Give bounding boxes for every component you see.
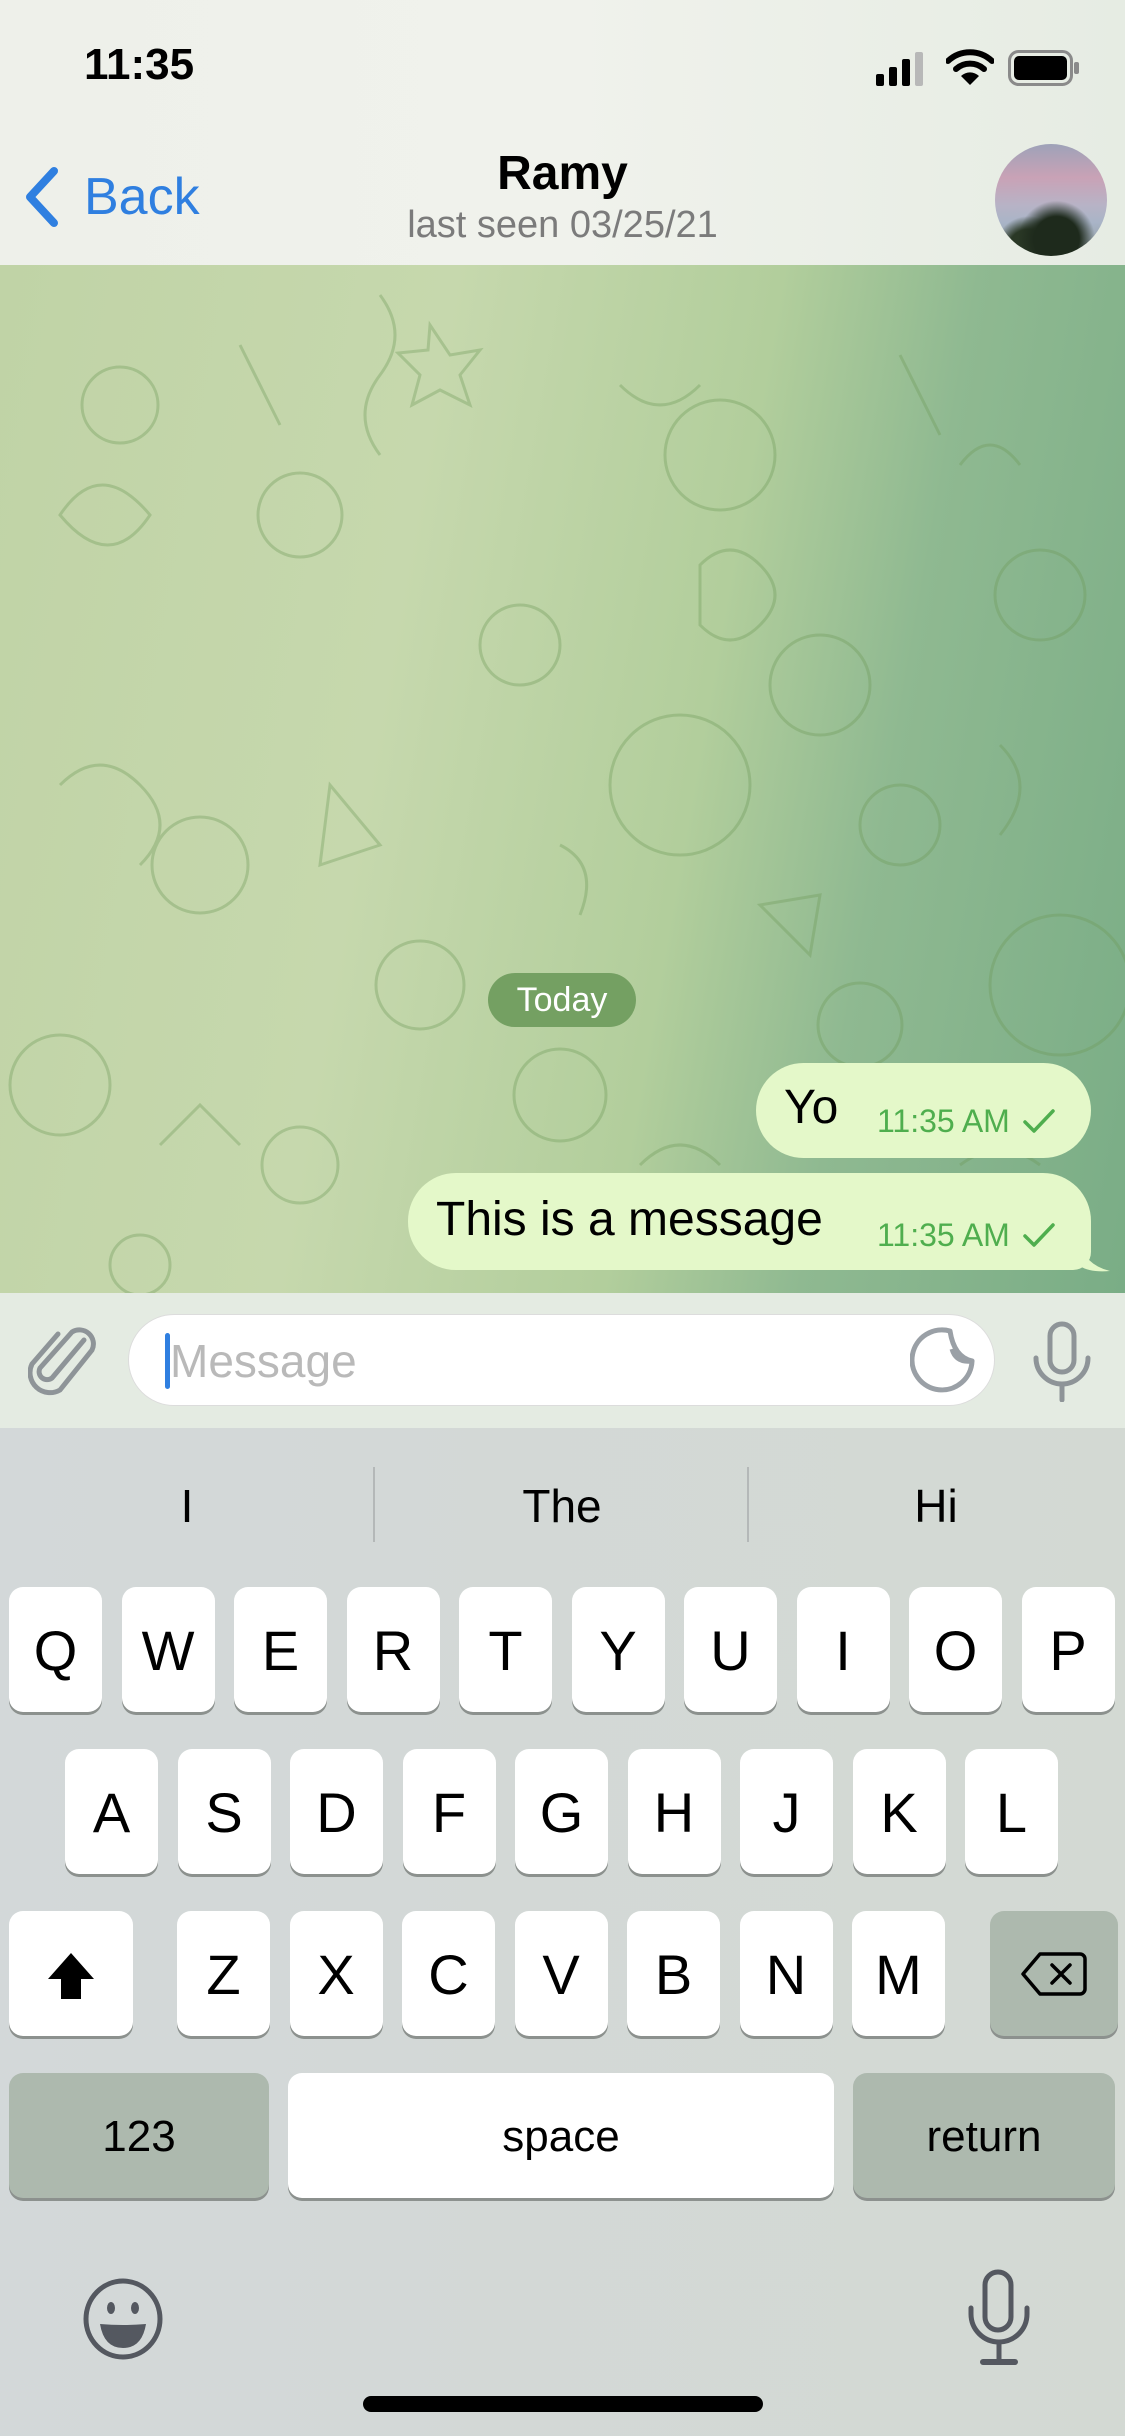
key-d[interactable]: D (290, 1749, 383, 1874)
key-g[interactable]: G (515, 1749, 608, 1874)
key-q[interactable]: Q (9, 1587, 102, 1712)
contact-avatar[interactable] (995, 144, 1107, 256)
key-j[interactable]: J (740, 1749, 833, 1874)
key-c[interactable]: C (402, 1911, 495, 2036)
key-k[interactable]: K (852, 1749, 946, 1874)
key-y[interactable]: Y (571, 1587, 665, 1712)
message-input-placeholder: Message (170, 1335, 357, 1387)
prediction-3[interactable]: Hi (749, 1428, 1123, 1570)
prediction-1[interactable]: I (0, 1428, 374, 1570)
key-u[interactable]: U (684, 1587, 777, 1712)
shift-icon (48, 1953, 94, 1999)
key-b[interactable]: B (627, 1911, 720, 2036)
chat-area[interactable]: Today Yo 11:35 AM This is a message 11:3… (0, 265, 1125, 1293)
sent-check-icon (1023, 1223, 1055, 1247)
key-r[interactable]: R (346, 1587, 440, 1712)
message-bubble[interactable]: Yo 11:35 AM (756, 1063, 1091, 1158)
microphone-icon[interactable] (1028, 1320, 1096, 1402)
battery-icon (1008, 50, 1079, 86)
wifi-icon (946, 49, 994, 85)
status-time: 11:35 (84, 40, 195, 89)
key-x[interactable]: X (289, 1911, 383, 2036)
message-bubble[interactable]: This is a message 11:35 AM (408, 1173, 1091, 1270)
sent-check-icon (1023, 1109, 1055, 1133)
attach-icon[interactable] (28, 1322, 104, 1402)
key-w[interactable]: W (121, 1587, 215, 1712)
sticker-icon[interactable] (910, 1325, 976, 1395)
key-a[interactable]: A (65, 1749, 158, 1874)
key-o[interactable]: O (909, 1587, 1002, 1712)
numbers-key[interactable]: 123 (9, 2073, 269, 2198)
key-m[interactable]: M (852, 1911, 945, 2036)
dictation-icon[interactable] (965, 2268, 1033, 2368)
key-t[interactable]: T (459, 1587, 552, 1712)
last-seen-status: last seen 03/25/21 (407, 204, 718, 246)
key-p[interactable]: P (1021, 1587, 1115, 1712)
message-time: 11:35 AM (877, 1103, 1010, 1139)
prediction-2[interactable]: The (375, 1428, 749, 1570)
date-separator: Today (488, 973, 636, 1027)
chat-title[interactable]: Ramy (0, 146, 1125, 201)
message-time: 11:35 AM (877, 1217, 1010, 1253)
key-f[interactable]: F (402, 1749, 496, 1874)
key-h[interactable]: H (627, 1749, 721, 1874)
key-l[interactable]: L (965, 1749, 1058, 1874)
key-v[interactable]: V (514, 1911, 608, 2036)
delete-key[interactable] (990, 1911, 1118, 2036)
key-i[interactable]: I (796, 1587, 890, 1712)
cellular-signal-icon (876, 52, 923, 86)
space-key[interactable]: space (288, 2073, 834, 2198)
bubble-tail (1076, 1237, 1110, 1272)
delete-icon (1021, 1952, 1087, 1996)
key-n[interactable]: N (739, 1911, 833, 2036)
key-s[interactable]: S (177, 1749, 271, 1874)
key-z[interactable]: Z (177, 1911, 270, 2036)
home-indicator[interactable] (363, 2396, 763, 2412)
message-text: Yo (784, 1081, 839, 1134)
shift-key[interactable] (9, 1911, 133, 2036)
emoji-keyboard-icon[interactable] (80, 2276, 166, 2362)
return-key[interactable]: return (853, 2073, 1115, 2198)
message-text: This is a message (436, 1193, 823, 1246)
key-e[interactable]: E (234, 1587, 327, 1712)
